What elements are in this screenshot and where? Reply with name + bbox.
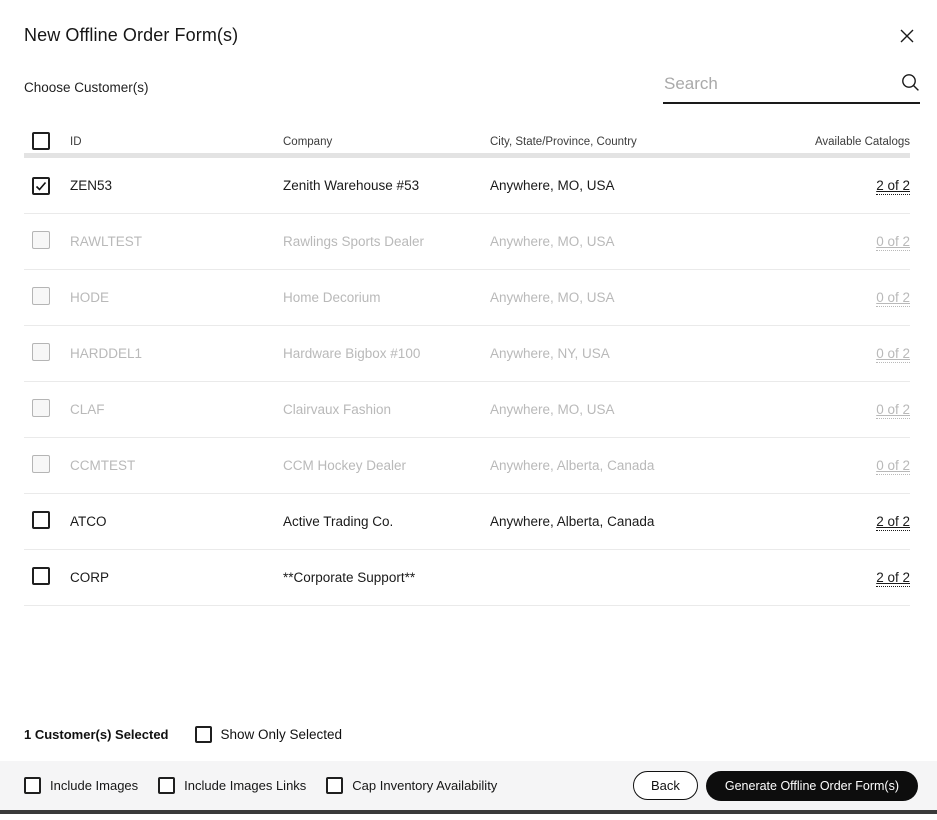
- location-cell: Anywhere, Alberta, Canada: [490, 458, 655, 473]
- search-input[interactable]: [663, 74, 901, 98]
- available-catalogs-link[interactable]: 0 of 2: [876, 290, 910, 307]
- customer-id-cell: HARDDEL1: [70, 346, 143, 361]
- export-option-checkbox[interactable]: [158, 777, 176, 794]
- header-location: City, State/Province, Country: [490, 136, 637, 148]
- available-catalogs-link[interactable]: 2 of 2: [876, 178, 910, 195]
- company-cell: Home Decorium: [283, 290, 381, 305]
- available-catalogs-link[interactable]: 2 of 2: [876, 570, 910, 587]
- choose-customers-label: Choose Customer(s): [24, 80, 149, 95]
- row-checkbox: [32, 455, 50, 473]
- table-body: ZEN53 Zenith Warehouse #53 Anywhere, MO, U…: [24, 158, 910, 606]
- close-icon: [899, 28, 915, 47]
- export-options: Include Images Include Images Links Cap In…: [24, 777, 497, 794]
- row-checkbox[interactable]: [32, 511, 50, 529]
- company-cell: Rawlings Sports Dealer: [283, 234, 425, 249]
- table-row[interactable]: ZEN53 Zenith Warehouse #53 Anywhere, MO, U…: [24, 158, 910, 214]
- search-field: [663, 70, 920, 104]
- location-cell: Anywhere, NY, USA: [490, 346, 610, 361]
- available-catalogs-link[interactable]: 0 of 2: [876, 402, 910, 419]
- page-title: New Offline Order Form(s): [24, 25, 239, 45]
- show-only-selected-label: Show Only Selected: [220, 727, 343, 742]
- export-option[interactable]: Include Images: [24, 777, 138, 794]
- available-catalogs-link[interactable]: 2 of 2: [876, 514, 910, 531]
- export-option-label: Include Images: [50, 778, 139, 793]
- export-option[interactable]: Include Images Links: [158, 777, 306, 794]
- export-option-checkbox[interactable]: [326, 777, 344, 794]
- export-option-label: Cap Inventory Availability: [352, 778, 498, 793]
- selection-summary: 1 Customer(s) Selected Show Only Selecte…: [24, 726, 342, 743]
- customer-id-cell: ATCO: [70, 514, 107, 529]
- location-cell: Anywhere, MO, USA: [490, 290, 615, 305]
- table-row[interactable]: CORP **Corporate Support** 2 of 2: [24, 550, 910, 606]
- header-company: Company: [283, 136, 333, 148]
- table-header-row: ID Company City, State/Province, Country…: [24, 131, 910, 158]
- table-row: HARDDEL1 Hardware Bigbox #100 Anywhere, NY…: [24, 326, 910, 382]
- back-button[interactable]: Back: [632, 771, 698, 800]
- close-button[interactable]: [896, 26, 918, 48]
- available-catalogs-link[interactable]: 0 of 2: [876, 458, 910, 475]
- company-cell: Clairvaux Fashion: [283, 402, 392, 417]
- table-row: HODE Home Decorium Anywhere, MO, USA 0 of 2: [24, 270, 910, 326]
- location-cell: Anywhere, Alberta, Canada: [490, 514, 655, 529]
- company-cell: **Corporate Support**: [283, 570, 416, 585]
- customer-table: ID Company City, State/Province, Country…: [24, 131, 910, 606]
- row-checkbox[interactable]: [32, 567, 50, 585]
- company-cell: Zenith Warehouse #53: [283, 178, 420, 193]
- action-bar: Include Images Include Images Links Cap In…: [0, 761, 937, 814]
- table-row: CLAF Clairvaux Fashion Anywhere, MO, USA 0 …: [24, 382, 910, 438]
- customer-id-cell: CLAF: [70, 402, 105, 417]
- company-cell: Hardware Bigbox #100: [283, 346, 421, 361]
- generate-offline-order-form-button[interactable]: Generate Offline Order Form(s): [705, 770, 918, 801]
- location-cell: Anywhere, MO, USA: [490, 234, 615, 249]
- company-cell: CCM Hockey Dealer: [283, 458, 407, 473]
- header-catalogs: Available Catalogs: [814, 136, 910, 148]
- row-checkbox: [32, 287, 50, 305]
- location-cell: Anywhere, MO, USA: [490, 178, 615, 193]
- customer-id-cell: CORP: [70, 570, 110, 585]
- row-checkbox[interactable]: [32, 176, 50, 195]
- location-cell: Anywhere, MO, USA: [490, 402, 615, 417]
- table-row: CCMTEST CCM Hockey Dealer Anywhere, Albert…: [24, 438, 910, 494]
- show-only-selected-toggle[interactable]: Show Only Selected: [194, 726, 343, 743]
- customer-id-cell: HODE: [70, 290, 110, 305]
- table-row: RAWLTEST Rawlings Sports Dealer Anywhere, …: [24, 214, 910, 270]
- show-only-selected-checkbox[interactable]: [194, 726, 212, 743]
- select-all-checkbox[interactable]: [32, 131, 50, 150]
- available-catalogs-link[interactable]: 0 of 2: [876, 346, 910, 363]
- row-checkbox: [32, 231, 50, 249]
- search-icon[interactable]: [901, 73, 920, 97]
- customer-id-cell: RAWLTEST: [70, 234, 143, 249]
- table-row[interactable]: ATCO Active Trading Co. Anywhere, Alberta,…: [24, 494, 910, 550]
- row-checkbox: [32, 343, 50, 361]
- export-option[interactable]: Cap Inventory Availability: [326, 777, 497, 794]
- selected-count-text: 1 Customer(s) Selected: [24, 727, 169, 742]
- company-cell: Active Trading Co.: [283, 514, 394, 529]
- export-option-label: Include Images Links: [184, 778, 307, 793]
- customer-id-cell: CCMTEST: [70, 458, 136, 473]
- customer-id-cell: ZEN53: [70, 178, 113, 193]
- export-option-checkbox[interactable]: [24, 777, 41, 794]
- header-id: ID: [70, 136, 82, 148]
- available-catalogs-link[interactable]: 0 of 2: [876, 234, 910, 251]
- row-checkbox: [32, 399, 50, 417]
